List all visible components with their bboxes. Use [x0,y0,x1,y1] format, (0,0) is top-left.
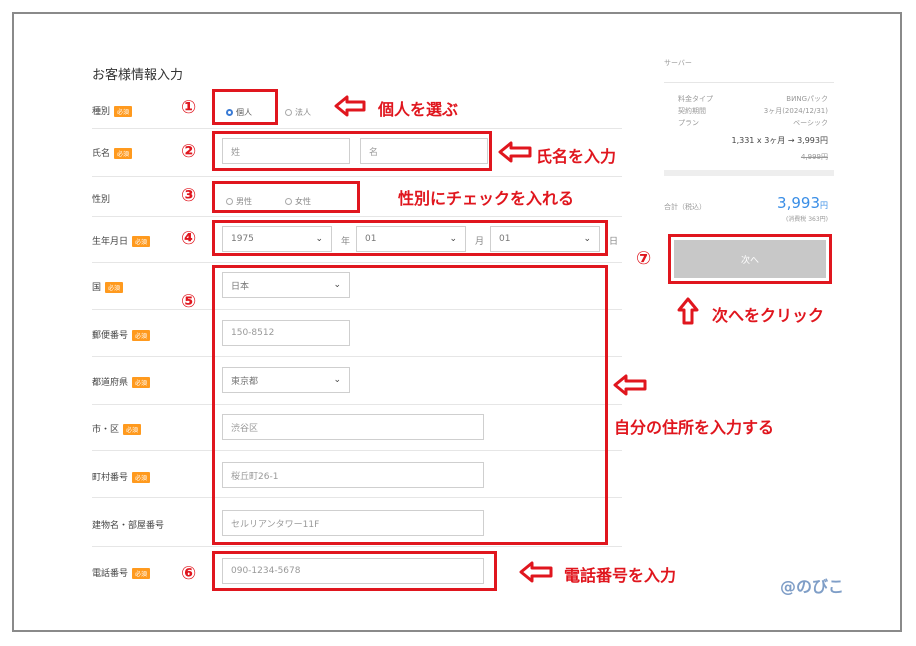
phone-label: 電話番号 必須 [92,566,151,579]
order-summary: サーバー 料金タイプ ВИNGパック 契約期間 3ヶ月(2024/12/31) プラ… [664,58,834,223]
country-label-text: 国 [92,283,102,293]
divider [92,546,622,547]
total-row: 合計（税込） 3,993円 [664,194,834,212]
required-badge: 必須 [132,330,151,341]
summary-value: 3ヶ月(2024/12/31) [763,107,828,115]
credit-watermark: @のびこ [780,577,845,596]
step-number-3: ③ [181,185,197,206]
city-label: 市・区 必須 [92,422,142,435]
required-badge: 必須 [132,472,151,483]
postal-label: 郵便番号 必須 [92,328,151,341]
annotation-step7: 次へをクリック [712,306,825,325]
prefecture-label: 都道府県 必須 [92,375,151,388]
arrow-left-icon [498,141,532,163]
birth-label: 生年月日 必須 [92,234,151,247]
radio-corporate-label: 法人 [295,108,311,117]
tax-note: (消費税 363円) [785,216,828,223]
name-label: 氏名 必須 [92,146,133,159]
required-badge: 必須 [132,377,151,388]
summary-value: ВИNGパック [786,95,828,103]
divider [664,82,834,83]
summary-key: 料金タイプ [678,95,713,103]
divider [92,176,622,177]
required-badge: 必須 [114,148,133,159]
phone-label-text: 電話番号 [92,569,129,579]
step-number-1: ① [181,97,197,118]
required-badge: 必須 [123,424,142,435]
highlight-box-3 [212,181,360,213]
building-label: 建物名・部屋番号 [92,521,165,531]
highlight-box-2 [212,131,492,171]
summary-key: プラン [678,119,699,127]
town-label-text: 町村番号 [92,473,129,483]
divider [92,262,622,263]
radio-icon [285,109,292,116]
annotation-step6: 電話番号を入力 [564,566,677,585]
annotation-step2: 氏名を入力 [536,147,617,166]
required-badge: 必須 [132,568,151,579]
step-number-2: ② [181,141,197,162]
step-number-6: ⑥ [181,563,197,584]
country-label: 国必須 [92,280,124,293]
annotation-step3: 性別にチェックを入れる [398,189,575,208]
highlight-box-5 [212,265,608,545]
summary-key: 契約期間 [678,107,706,115]
total-value: 3,993 [777,194,820,212]
summary-value: ベーシック [793,119,828,127]
city-label-text: 市・区 [92,425,120,435]
name-label-text: 氏名 [92,149,111,159]
required-badge: 必須 [132,236,151,247]
step-number-5: ⑤ [181,291,197,312]
total-label: 合計（税込） [664,203,706,211]
price-line: 1,331 x 3ヶ月 → 3,993円 [731,136,828,145]
step-number-7: ⑦ [636,248,652,269]
annotation-step5: 自分の住所を入力する [614,418,775,437]
summary-row: 契約期間 3ヶ月(2024/12/31) [664,105,834,117]
total-amount: 3,993円 [777,194,828,212]
divider [92,128,622,129]
summary-row: 料金タイプ ВИNGパック [664,93,834,105]
birth-label-text: 生年月日 [92,237,129,247]
type-radio-corporate[interactable]: 法人 [285,102,311,121]
summary-header: サーバー [664,59,692,67]
prefecture-label-text: 都道府県 [92,378,129,388]
arrow-left-icon [613,374,647,396]
town-label: 町村番号 必須 [92,470,151,483]
divider [664,170,834,176]
postal-label-text: 郵便番号 [92,331,129,341]
gender-label: 性別 [92,195,111,205]
required-badge: 必須 [105,282,124,293]
type-label: 種別 必須 [92,104,133,117]
arrow-left-icon [519,561,553,583]
highlight-box-4 [212,220,608,256]
day-unit: 日 [609,237,619,247]
highlight-box-6 [212,551,497,591]
divider [92,216,622,217]
strike-price: 4,999円 [800,153,828,161]
required-badge: 必須 [114,106,133,117]
type-label-text: 種別 [92,107,111,117]
summary-row: プラン ベーシック [664,117,834,129]
arrow-left-icon [334,95,366,117]
highlight-box-7 [668,234,832,284]
arrow-up-icon [677,297,699,325]
annotation-step1: 個人を選ぶ [378,100,459,119]
page-title: お客様情報入力 [92,68,184,83]
total-unit: 円 [820,201,828,210]
step-number-4: ④ [181,228,197,249]
highlight-box-1 [212,89,278,125]
